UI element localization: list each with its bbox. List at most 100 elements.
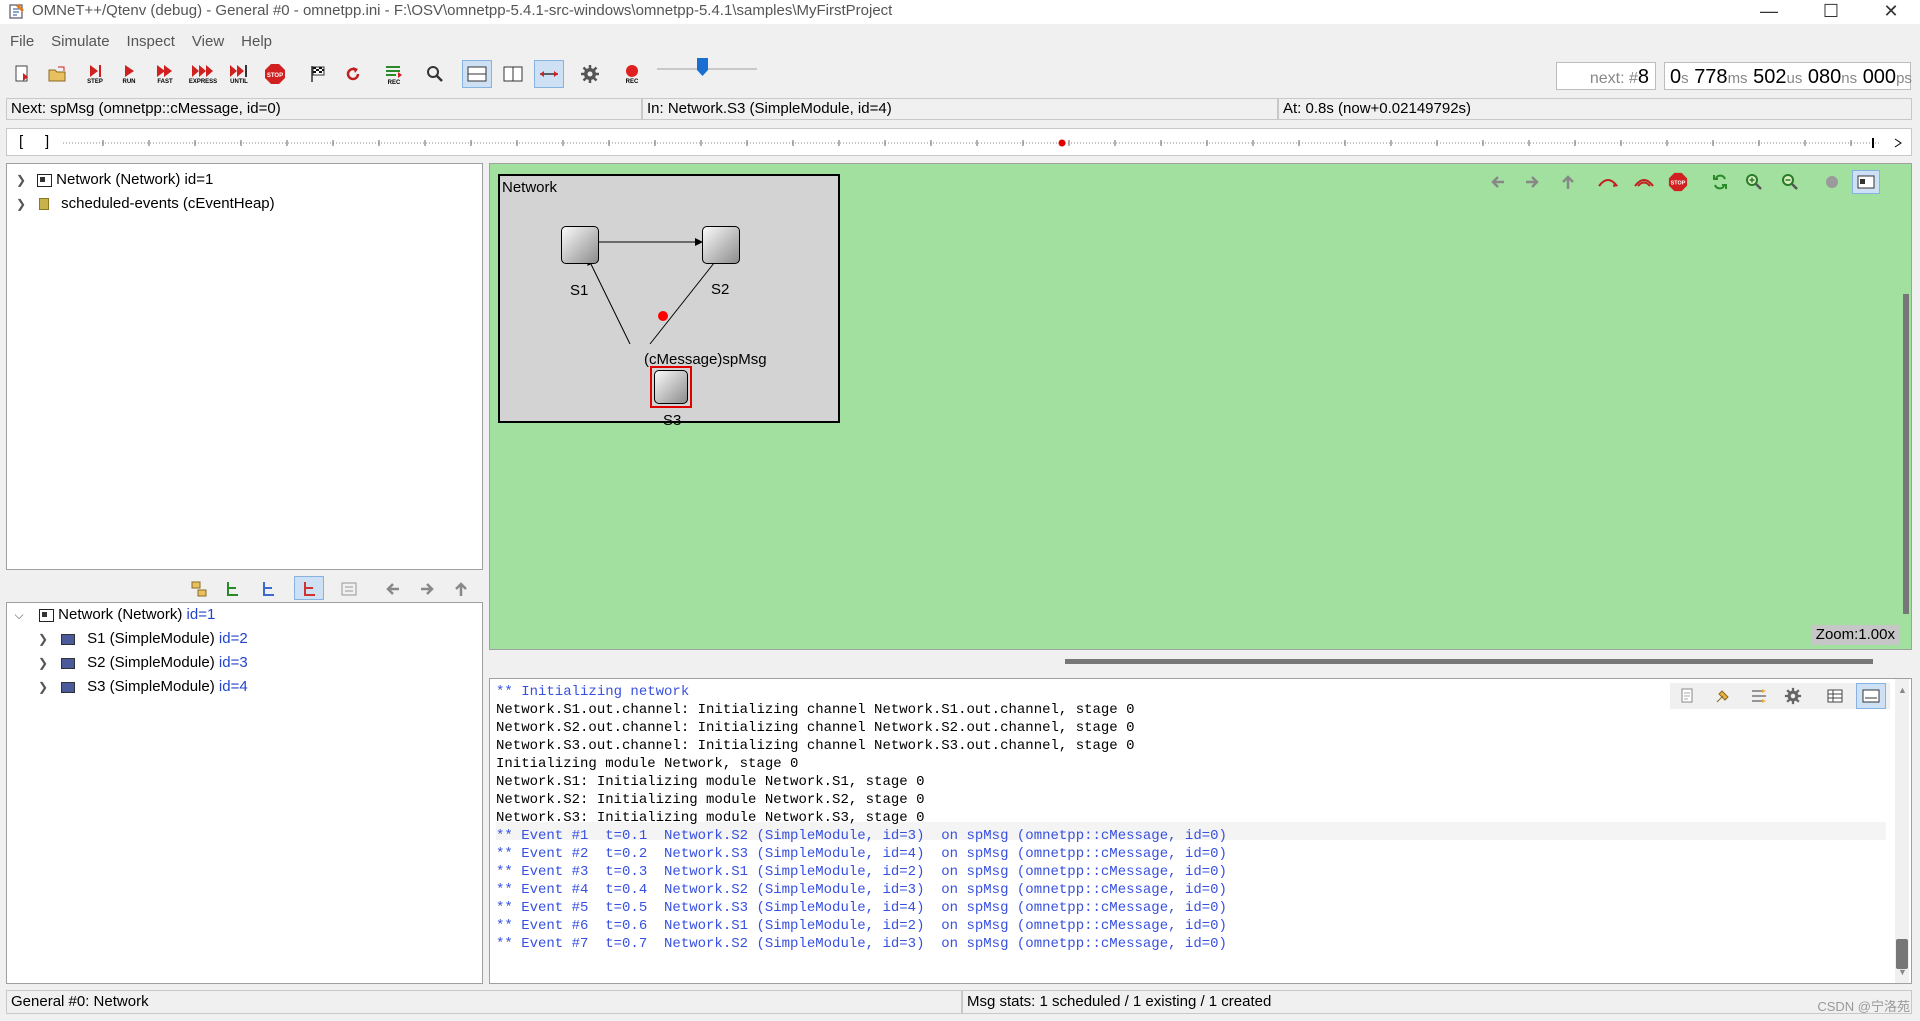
current-module-info: In: Network.S3 (SimpleModule, id=4) [642,98,1278,120]
node-s3-highlight[interactable] [650,366,692,408]
module-tree-id: id=4 [218,678,248,695]
object-tree-item-network[interactable]: ❯ Network (Network) id=1 [15,168,213,192]
layout-vertical-button[interactable] [498,60,528,88]
fast-local-icon [1634,179,1654,187]
timeline-toggle-button[interactable] [534,60,564,88]
object-tree-panel: ❯ Network (Network) id=1 ❯ scheduled-eve… [6,163,483,570]
simtime-ns: 080 [1807,66,1842,88]
network-canvas[interactable]: STOP Network S1 S2 (cMessage)spMsg S3 Zo… [489,163,1912,650]
event-timeline[interactable]: [ ] [6,128,1912,156]
chevron-right-icon[interactable]: ❯ [37,675,49,699]
menu-view[interactable]: View [182,30,231,54]
scroll-up-icon[interactable]: ▲ [1898,685,1907,695]
canvas-relayout-button[interactable] [1706,170,1734,194]
log-line: Network.S3: Initializing module Network.… [496,810,925,826]
log-event-line: ** Event #1 t=0.1 Network.S2 (SimpleModu… [496,828,1227,844]
load-ned-button[interactable] [42,60,72,88]
finish-button[interactable] [303,60,333,88]
zoom-level-label: Zoom:1.00x [1811,625,1899,645]
canvas-horizontal-scrollbar-track [489,650,1912,664]
layout-horizontal-button[interactable] [462,60,492,88]
step-icon [90,64,101,77]
menu-help[interactable]: Help [231,30,279,54]
object-tree-item-scheduled-events[interactable]: ❯ scheduled-events (cEventHeap) [15,192,275,216]
chevron-right-icon[interactable]: ❯ [15,192,27,216]
chevron-down-icon[interactable]: ⌵ [13,603,25,627]
record-log-icon [386,65,402,78]
fast-run-button[interactable]: FAST [150,60,180,88]
canvas-horizontal-scrollbar[interactable] [1065,659,1873,664]
log-line: Network.S1.out.channel: Initializing cha… [496,702,1135,718]
tree-flat-icon[interactable] [224,580,242,598]
forward-arrow-icon[interactable] [418,580,436,598]
simtime-ps: 000 [1862,66,1897,88]
canvas-back-button[interactable] [1484,170,1512,194]
event-recording-button[interactable]: REC [379,60,409,88]
module-tree-item-s3[interactable]: ❯ S3 (SimpleModule) id=4 [37,675,248,699]
tree-children-icon[interactable] [260,580,278,598]
network-compound-module[interactable]: Network S1 S2 (cMessage)spMsg S3 [498,174,840,429]
module-tree-root[interactable]: ⌵ Network (Network) id=1 [13,603,215,627]
find-objects-button[interactable] [420,60,450,88]
log-mode-button[interactable] [1856,683,1886,709]
module-tree-item-s2[interactable]: ❯ S2 (SimpleModule) id=3 [37,651,248,675]
canvas-mode-button[interactable] [1852,170,1880,194]
module-icon-toggle-icon[interactable] [190,580,208,598]
chevron-right-icon[interactable]: ❯ [37,651,49,675]
tree-mode-active-button[interactable] [294,576,324,600]
rebuild-network-button[interactable] [338,60,368,88]
log-view-icon [1862,689,1880,703]
filter-icon[interactable] [1750,687,1768,705]
log-line: Initializing module Network, stage 0 [496,756,799,772]
copy-icon[interactable] [1678,687,1696,705]
chevron-right-icon[interactable]: ❯ [15,168,27,192]
zoom-out-icon [1782,174,1798,190]
close-button[interactable]: ✕ [1868,0,1914,24]
canvas-zoom-in-button[interactable] [1740,170,1768,194]
canvas-fast-local-button[interactable] [1630,170,1658,194]
canvas-up-button[interactable] [1554,170,1582,194]
node-s1[interactable] [561,226,599,264]
messages-mode-icon[interactable] [1826,687,1844,705]
log-scrollbar-thumb[interactable] [1896,939,1908,969]
canvas-zoom-out-button[interactable] [1776,170,1804,194]
stop-icon: STOP [1668,172,1688,192]
maximize-button[interactable]: ☐ [1808,0,1854,24]
module-tree-item-s1[interactable]: ❯ S1 (SimpleModule) id=2 [37,627,248,651]
record-video-button[interactable]: REC [617,60,647,88]
node-s2[interactable] [702,226,740,264]
stop-icon-text: STOP [267,73,283,79]
canvas-vertical-scrollbar[interactable] [1903,294,1909,614]
checkered-flag-icon [311,66,325,82]
step-button[interactable]: STEP [80,60,110,88]
timeline-axis [63,138,1902,148]
preferences-button[interactable] [575,60,605,88]
express-run-button[interactable]: EXPRESS [188,60,218,88]
canvas-run-local-button[interactable] [1594,170,1622,194]
speed-slider-thumb[interactable] [697,58,708,76]
back-arrow-icon[interactable] [384,580,402,598]
node-s3[interactable] [654,370,688,404]
inspector-mode-icon[interactable] [340,580,358,598]
log-line: Network.S2: Initializing module Network.… [496,792,925,808]
gear-icon[interactable] [1784,687,1802,705]
new-run-button[interactable] [8,60,38,88]
menu-inspect[interactable]: Inspect [117,30,182,54]
log-event-line: ** Event #4 t=0.4 Network.S2 (SimpleModu… [496,882,1227,898]
canvas-animation-toggle-button[interactable] [1818,170,1846,194]
up-arrow-icon[interactable] [452,580,470,598]
menu-file[interactable]: File [0,30,41,54]
stop-button[interactable]: STOP [260,60,290,88]
menu-simulate[interactable]: Simulate [41,30,116,54]
canvas-stop-button[interactable]: STOP [1664,170,1692,194]
log-panel[interactable]: ** Initializing network Network.S1.out.ch… [489,678,1912,984]
chevron-right-icon[interactable]: ❯ [37,627,49,651]
express-icon [192,64,213,77]
find-log-icon[interactable] [1714,687,1732,705]
canvas-forward-button[interactable] [1518,170,1546,194]
message-dot[interactable] [658,311,668,321]
run-until-button[interactable]: UNTIL [224,60,254,88]
minimize-button[interactable]: — [1746,0,1792,24]
timeline-event-marker[interactable] [1058,139,1066,147]
run-button[interactable]: RUN [114,60,144,88]
